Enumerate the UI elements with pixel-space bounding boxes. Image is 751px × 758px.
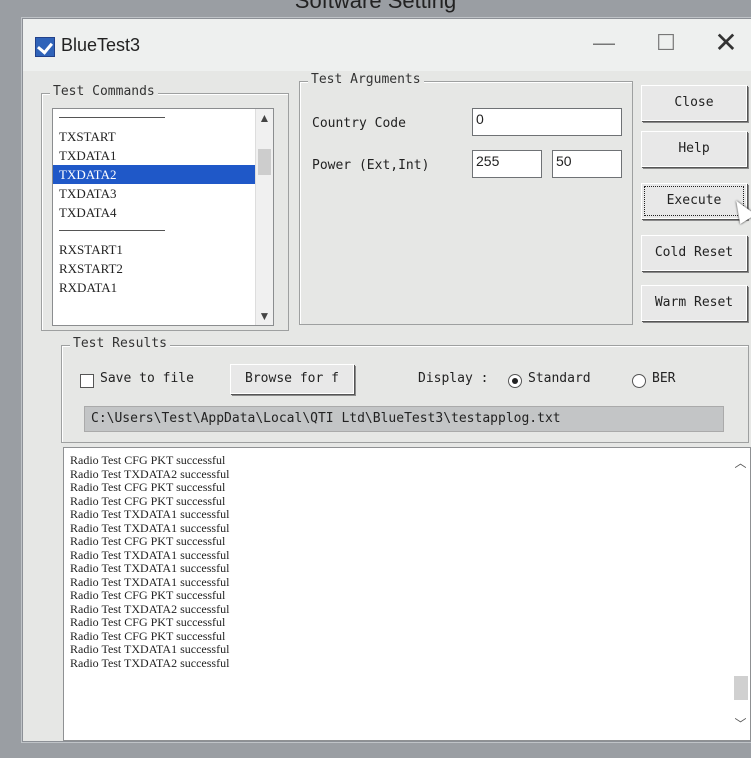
command-item[interactable]: TXDATA2 bbox=[53, 165, 273, 184]
cold-reset-button[interactable]: Cold Reset bbox=[641, 235, 747, 271]
scroll-thumb[interactable] bbox=[258, 149, 271, 175]
photo-caption: Software Setting bbox=[294, 0, 457, 13]
standard-radio[interactable] bbox=[508, 374, 522, 388]
log-line: Radio Test TXDATA1 successful bbox=[70, 520, 230, 535]
execute-button[interactable]: Execute bbox=[641, 183, 747, 219]
test-commands-list[interactable]: TXSTART TXDATA1 TXDATA2 TXDATA3 TXDATA4 RXSTA… bbox=[52, 108, 274, 326]
test-arguments-group: Test Arguments Country Code 0 Power (Ext… bbox=[299, 72, 633, 325]
log-output[interactable]: Radio Test CFG PKT successful Radio Test … bbox=[63, 447, 751, 741]
log-line: Radio Test CFG PKT successful bbox=[70, 534, 226, 548]
test-commands-group: Test Commands TXSTART TXDATA1 TXDATA2 TXDAT… bbox=[41, 84, 289, 331]
scroll-up-icon[interactable]: ▲ bbox=[256, 109, 273, 127]
power-ext-field[interactable]: 255 bbox=[472, 150, 542, 178]
log-line: Radio Test CFG PKT successful bbox=[70, 480, 226, 494]
log-scroll-thumb[interactable] bbox=[734, 676, 748, 700]
log-line: Radio Test TXDATA1 successful bbox=[70, 507, 230, 521]
close-window-button[interactable]: ✕ bbox=[704, 28, 748, 58]
power-label: Power (Ext,Int) bbox=[312, 158, 430, 173]
test-commands-scrollbar[interactable]: ▲ ▼ bbox=[255, 109, 273, 325]
window-title: BlueTest3 bbox=[61, 35, 141, 55]
save-to-file-checkbox[interactable] bbox=[80, 374, 94, 388]
log-line: Radio Test CFG PKT successful bbox=[70, 588, 226, 602]
test-results-group: Test Results Save to file Browse for f D… bbox=[61, 336, 749, 443]
log-line: Radio Test CFG PKT successful bbox=[70, 493, 226, 508]
browse-button[interactable]: Browse for f bbox=[230, 364, 354, 394]
log-line: Radio Test CFG PKT successful bbox=[70, 628, 226, 643]
save-to-file-label: Save to file bbox=[100, 371, 194, 386]
command-item[interactable]: RXSTART1 bbox=[53, 240, 273, 259]
test-arguments-legend: Test Arguments bbox=[308, 72, 424, 87]
test-results-legend: Test Results bbox=[70, 336, 170, 351]
warm-reset-button[interactable]: Warm Reset bbox=[641, 285, 747, 321]
log-line: Radio Test TXDATA1 successful bbox=[70, 547, 230, 562]
command-item[interactable]: TXDATA1 bbox=[53, 146, 273, 165]
log-line: Radio Test CFG PKT successful bbox=[70, 615, 226, 629]
standard-label: Standard bbox=[528, 371, 591, 386]
log-line: Radio Test TXDATA1 successful bbox=[70, 574, 230, 589]
log-line: Radio Test TXDATA1 successful bbox=[70, 561, 230, 575]
minimize-button[interactable]: — bbox=[582, 28, 626, 58]
log-scrollbar[interactable]: ︿ ﹀ bbox=[731, 448, 750, 740]
maximize-button[interactable]: ☐ bbox=[644, 28, 688, 58]
command-item[interactable]: RXSTART2 bbox=[53, 259, 273, 278]
close-button[interactable]: Close bbox=[641, 85, 747, 121]
log-path-field: C:\Users\Test\AppData\Local\QTI Ltd\Blue… bbox=[84, 406, 724, 432]
country-code-label: Country Code bbox=[312, 116, 406, 131]
display-label: Display : bbox=[418, 371, 489, 386]
country-code-field[interactable]: 0 bbox=[472, 108, 622, 136]
log-line: Radio Test TXDATA2 successful bbox=[70, 601, 230, 616]
log-line: Radio Test TXDATA2 successful bbox=[70, 655, 230, 670]
power-int-field[interactable]: 50 bbox=[552, 150, 622, 178]
ber-radio[interactable] bbox=[632, 374, 646, 388]
scroll-down-icon[interactable]: ▼ bbox=[256, 307, 273, 325]
bluetest-window: BlueTest3 — ☐ ✕ Test Commands TXSTART TXD… bbox=[22, 18, 751, 742]
test-commands-legend: Test Commands bbox=[50, 84, 158, 99]
log-line: Radio Test TXDATA2 successful bbox=[70, 466, 230, 481]
log-line: Radio Test CFG PKT successful bbox=[70, 453, 226, 467]
log-scroll-up-icon[interactable]: ︿ bbox=[731, 454, 750, 471]
ber-label: BER bbox=[652, 371, 676, 386]
bluetest-app-icon bbox=[35, 37, 55, 57]
title-bar: BlueTest3 — ☐ ✕ bbox=[23, 19, 751, 71]
command-item[interactable]: RXDATA1 bbox=[53, 278, 273, 297]
list-separator bbox=[53, 222, 273, 240]
list-separator bbox=[53, 109, 273, 127]
command-item[interactable]: TXDATA4 bbox=[53, 203, 273, 222]
log-scroll-down-icon[interactable]: ﹀ bbox=[731, 715, 750, 732]
log-line: Radio Test TXDATA1 successful bbox=[70, 642, 230, 656]
command-item[interactable]: TXDATA3 bbox=[53, 184, 273, 203]
command-item[interactable]: TXSTART bbox=[53, 127, 273, 146]
help-button[interactable]: Help bbox=[641, 131, 747, 167]
